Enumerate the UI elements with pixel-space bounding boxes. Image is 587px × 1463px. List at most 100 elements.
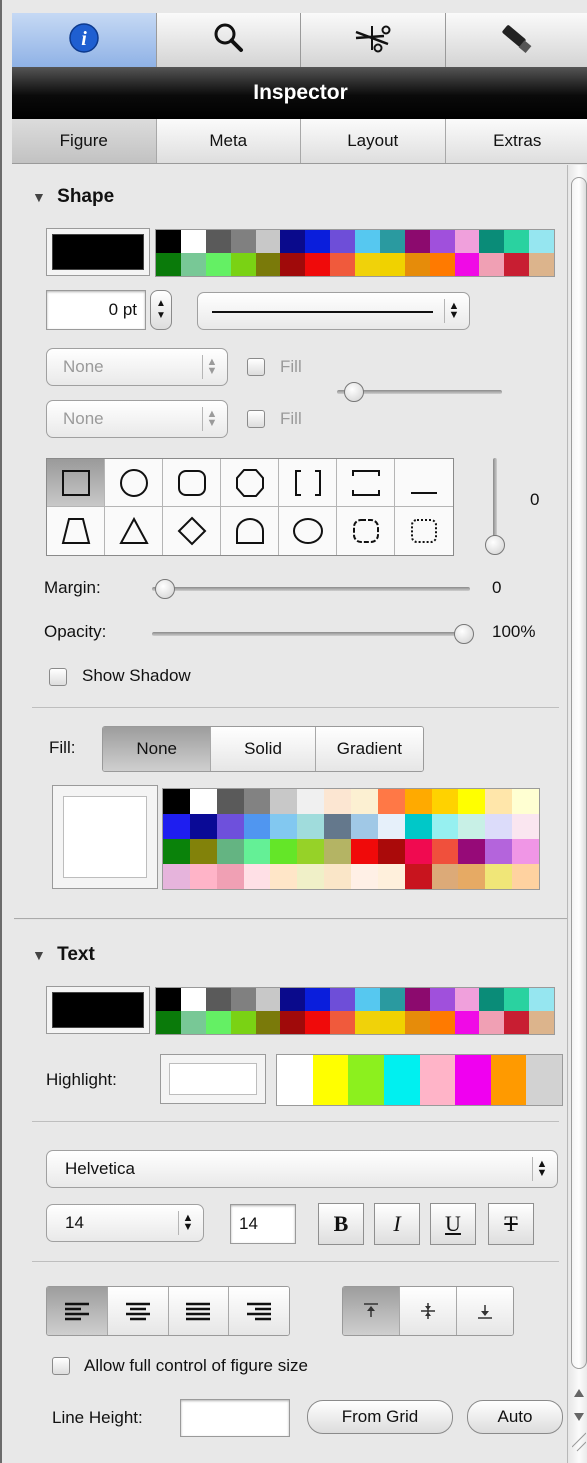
color-swatch[interactable] [504, 988, 530, 1011]
auto-button[interactable]: Auto [467, 1400, 563, 1434]
stroke-width-stepper[interactable]: ▲ ▼ [150, 290, 172, 330]
color-swatch[interactable] [479, 1011, 505, 1034]
color-swatch[interactable] [485, 814, 513, 839]
color-swatch[interactable] [351, 814, 378, 839]
shape-rounded-rectangle[interactable] [163, 459, 221, 507]
scrollbar-thumb[interactable] [571, 177, 587, 1369]
allow-full-control-checkbox[interactable] [52, 1357, 70, 1375]
color-swatch[interactable] [404, 988, 430, 1011]
color-swatch[interactable] [180, 1011, 206, 1034]
color-swatch[interactable] [429, 988, 455, 1011]
stroke-color-well[interactable] [46, 228, 150, 276]
color-swatch[interactable] [431, 814, 459, 839]
color-swatch[interactable] [216, 789, 244, 814]
color-swatch[interactable] [243, 789, 271, 814]
color-swatch[interactable] [312, 1055, 349, 1105]
color-swatch[interactable] [458, 864, 486, 889]
line-height-field[interactable] [180, 1399, 290, 1437]
color-swatch[interactable] [324, 864, 351, 889]
color-swatch[interactable] [180, 253, 206, 276]
vertical-scrollbar[interactable] [567, 165, 587, 1463]
color-swatch[interactable] [404, 230, 430, 253]
font-size-popup[interactable]: 14 ▲ ▼ [46, 1204, 204, 1242]
color-swatch[interactable] [431, 864, 459, 889]
color-swatch[interactable] [280, 253, 306, 276]
color-swatch[interactable] [512, 864, 539, 889]
tab-extras[interactable]: Extras [446, 119, 587, 163]
color-swatch[interactable] [485, 864, 513, 889]
color-swatch[interactable] [305, 253, 331, 276]
color-swatch[interactable] [156, 253, 181, 276]
tab-meta[interactable]: Meta [157, 119, 301, 163]
shape-diamond[interactable] [163, 507, 221, 555]
color-swatch[interactable] [280, 988, 306, 1011]
valign-middle-button[interactable] [400, 1287, 457, 1335]
color-swatch[interactable] [243, 814, 271, 839]
shape-rectangle[interactable] [47, 459, 105, 507]
color-swatch[interactable] [297, 864, 325, 889]
align-center-button[interactable] [107, 1287, 169, 1335]
color-swatch[interactable] [230, 230, 256, 253]
color-swatch[interactable] [379, 1011, 405, 1034]
color-swatch[interactable] [180, 230, 206, 253]
color-swatch[interactable] [526, 1055, 562, 1105]
color-swatch[interactable] [379, 988, 405, 1011]
toolbar-search-button[interactable] [157, 13, 301, 67]
corner-radius-slider-knob[interactable] [485, 535, 505, 555]
color-swatch[interactable] [297, 814, 325, 839]
toolbar-flashlight-button[interactable] [446, 13, 587, 67]
color-swatch[interactable] [189, 814, 217, 839]
text-section-header[interactable]: ▼ Text [32, 944, 95, 966]
color-swatch[interactable] [490, 1055, 527, 1105]
tab-figure[interactable]: Figure [12, 119, 157, 163]
color-swatch[interactable] [163, 839, 190, 864]
color-swatch[interactable] [255, 230, 281, 253]
valign-top-button[interactable] [343, 1287, 401, 1335]
color-swatch[interactable] [458, 814, 486, 839]
color-swatch[interactable] [377, 814, 405, 839]
shape-underline[interactable] [395, 459, 453, 507]
color-swatch[interactable] [324, 789, 351, 814]
corner-radius-slider-track[interactable] [493, 458, 497, 542]
color-swatch[interactable] [485, 789, 513, 814]
color-swatch[interactable] [156, 230, 181, 253]
arrow-start-popup[interactable]: None ▲ ▼ [46, 348, 228, 386]
font-size-field[interactable]: 14 [230, 1204, 296, 1244]
color-swatch[interactable] [189, 789, 217, 814]
color-swatch[interactable] [305, 230, 331, 253]
color-swatch[interactable] [297, 839, 325, 864]
color-swatch[interactable] [355, 1011, 380, 1034]
color-swatch[interactable] [205, 230, 231, 253]
color-swatch[interactable] [504, 253, 530, 276]
toolbar-scissors-button[interactable] [301, 13, 446, 67]
color-swatch[interactable] [379, 253, 405, 276]
color-swatch[interactable] [404, 814, 432, 839]
color-swatch[interactable] [404, 1011, 430, 1034]
color-swatch[interactable] [216, 839, 244, 864]
color-swatch[interactable] [512, 814, 539, 839]
color-swatch[interactable] [280, 1011, 306, 1034]
color-swatch[interactable] [163, 864, 190, 889]
underline-button[interactable]: U [430, 1203, 476, 1245]
color-swatch[interactable] [485, 839, 513, 864]
color-swatch[interactable] [529, 988, 554, 1011]
fill-mode-gradient[interactable]: Gradient [315, 727, 423, 771]
color-swatch[interactable] [324, 839, 351, 864]
shape-brackets[interactable] [279, 459, 337, 507]
color-swatch[interactable] [348, 1055, 384, 1105]
margin-slider-track[interactable] [152, 587, 470, 591]
fill-mode-solid[interactable]: Solid [211, 727, 316, 771]
color-swatch[interactable] [529, 230, 554, 253]
color-swatch[interactable] [455, 1055, 491, 1105]
color-swatch[interactable] [280, 230, 306, 253]
color-swatch[interactable] [324, 814, 351, 839]
color-swatch[interactable] [454, 988, 480, 1011]
color-swatch[interactable] [479, 253, 505, 276]
margin-slider-knob[interactable] [154, 579, 175, 599]
color-swatch[interactable] [189, 839, 217, 864]
color-swatch[interactable] [479, 230, 505, 253]
color-swatch[interactable] [163, 789, 190, 814]
color-swatch[interactable] [351, 864, 378, 889]
text-color-palette[interactable] [155, 987, 555, 1035]
color-swatch[interactable] [404, 839, 432, 864]
